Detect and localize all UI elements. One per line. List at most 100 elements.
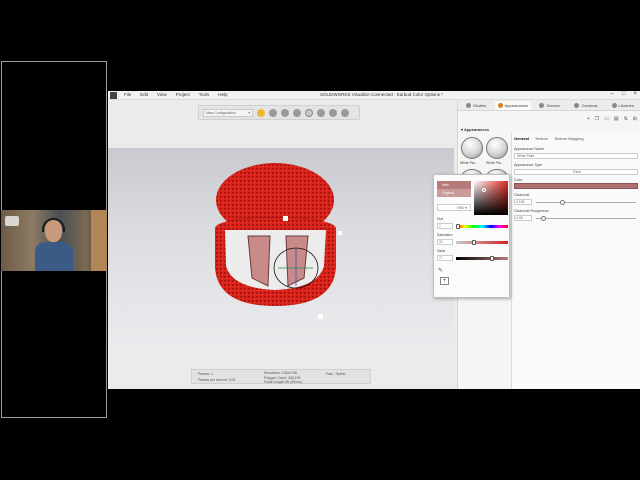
close-button[interactable]: × bbox=[633, 91, 637, 97]
earbud-case-render bbox=[215, 163, 342, 319]
status-fps: Passes per second: 0.00 bbox=[198, 378, 236, 382]
menu-file[interactable]: File bbox=[124, 92, 131, 97]
tab-scenes[interactable]: Scenes bbox=[531, 101, 568, 110]
saturation-slider[interactable] bbox=[456, 240, 508, 245]
color-label: Color bbox=[514, 178, 523, 182]
menu-view[interactable]: View bbox=[157, 92, 167, 97]
new-color-swatch: New bbox=[437, 181, 471, 189]
backplate-icon[interactable] bbox=[281, 108, 289, 117]
appearance-thumbnail[interactable] bbox=[486, 137, 508, 159]
menu-project[interactable]: Project bbox=[176, 92, 190, 97]
original-color-swatch[interactable]: Original bbox=[437, 189, 471, 197]
tab-label: Scenes bbox=[546, 103, 560, 108]
add-swatch-button[interactable]: + bbox=[440, 277, 449, 285]
slider-knob[interactable] bbox=[540, 216, 546, 221]
saturation-input[interactable]: 33 bbox=[437, 239, 453, 245]
sort-icon[interactable]: ⇅ bbox=[624, 116, 628, 122]
status-render-mode: Fast - Hybrid bbox=[326, 372, 346, 376]
appearance-name-label: Appearance Name bbox=[514, 147, 544, 151]
slider-knob[interactable] bbox=[559, 200, 565, 205]
appearance-thumbnail[interactable] bbox=[461, 137, 483, 159]
roughness-slider[interactable] bbox=[536, 216, 636, 221]
presenter-body bbox=[35, 242, 73, 271]
tab-cameras[interactable]: Cameras bbox=[568, 101, 605, 110]
chevron-down-icon: ▾ bbox=[248, 110, 250, 115]
status-polygons: Polygon Count: 348,199 bbox=[264, 375, 301, 380]
configuration-select[interactable]: New Configuration ▾ bbox=[203, 108, 253, 117]
add-icon[interactable]: + bbox=[587, 116, 590, 122]
hue-input[interactable]: 2 bbox=[437, 223, 453, 229]
palette-tabs: Models Appearances Scenes Cameras Librar… bbox=[458, 101, 640, 111]
color-cursor[interactable] bbox=[482, 188, 486, 192]
view-icon[interactable]: ⊞ bbox=[633, 116, 637, 122]
clearcoat-slider[interactable] bbox=[536, 200, 636, 205]
camera-icon[interactable] bbox=[293, 108, 301, 117]
door bbox=[91, 210, 107, 271]
appearance-type-select[interactable]: Paint bbox=[514, 169, 638, 175]
clearcoat-input[interactable]: 0.150 bbox=[514, 199, 532, 205]
saturation-label: Saturation bbox=[437, 233, 453, 237]
undo-icon[interactable] bbox=[317, 108, 325, 117]
settings-icon[interactable] bbox=[341, 108, 349, 117]
app-logo bbox=[110, 92, 117, 99]
light-handle[interactable] bbox=[338, 231, 342, 235]
property-tabs: General Texture Texture Mapping bbox=[514, 136, 584, 141]
render-mode-icon[interactable] bbox=[305, 108, 313, 117]
menu-edit[interactable]: Edit bbox=[140, 92, 148, 97]
webcam-video bbox=[1, 210, 107, 271]
eyedropper-icon[interactable]: ✎ bbox=[438, 267, 443, 274]
status-resolution: Resolution: 1363x768 bbox=[264, 371, 297, 375]
thumbnail-label: White Pla... bbox=[460, 161, 478, 165]
roughness-input[interactable]: 0.05 bbox=[514, 215, 532, 221]
tab-texture[interactable]: Texture bbox=[535, 136, 548, 141]
light-handle[interactable] bbox=[318, 314, 323, 319]
maximize-button[interactable]: □ bbox=[622, 91, 626, 97]
lamp bbox=[5, 216, 19, 226]
scenes-icon bbox=[539, 103, 545, 108]
tab-appearances[interactable]: Appearances bbox=[494, 101, 532, 110]
minimize-button[interactable]: – bbox=[611, 91, 614, 97]
libraries-icon bbox=[611, 103, 617, 108]
appearance-properties: General Texture Texture Mapping Appearan… bbox=[511, 133, 640, 389]
menu-tools[interactable]: Tools bbox=[199, 92, 210, 97]
tab-texture-mapping[interactable]: Texture Mapping bbox=[554, 136, 584, 141]
value-input[interactable]: 71 bbox=[437, 255, 453, 261]
appearance-name-input[interactable]: White Paint bbox=[514, 153, 638, 159]
viewport-toolbar: New Configuration ▾ bbox=[198, 105, 360, 120]
environment-icon[interactable] bbox=[269, 108, 277, 117]
tab-label: Cameras bbox=[581, 103, 598, 108]
status-focal: Focal Length: 85 (50mm) bbox=[264, 380, 302, 384]
copy-icon[interactable]: ❐ bbox=[595, 116, 599, 122]
tab-models[interactable]: Models bbox=[458, 101, 495, 110]
tab-libraries[interactable]: Libraries bbox=[604, 101, 640, 110]
slider-knob[interactable] bbox=[490, 256, 495, 261]
sun-icon[interactable] bbox=[257, 108, 265, 117]
tab-label: Appearances bbox=[504, 103, 529, 108]
clearcoat-label: Clearcoat bbox=[514, 193, 530, 197]
color-picker-popup: New Original HSV ▾ Hue 2 Saturation 33 V… bbox=[433, 174, 510, 298]
value-slider[interactable] bbox=[456, 256, 508, 261]
tab-general[interactable]: General bbox=[514, 136, 529, 141]
menu-help[interactable]: Help bbox=[218, 92, 227, 97]
slider-knob[interactable] bbox=[456, 224, 461, 229]
appearances-section-title[interactable]: ▾ Appearances bbox=[461, 127, 489, 132]
configuration-label: New Configuration bbox=[206, 110, 236, 115]
status-passes: Passes: 1 bbox=[198, 372, 213, 376]
visualize-window: File Edit View Project Tools Help SOLIDW… bbox=[108, 91, 640, 389]
color-mode-select[interactable]: HSV ▾ bbox=[437, 204, 471, 211]
screenshot-icon[interactable] bbox=[329, 108, 337, 117]
3d-viewport[interactable] bbox=[108, 148, 454, 344]
color-swatch[interactable] bbox=[514, 183, 638, 189]
new-color-label: New bbox=[442, 183, 449, 187]
light-handle[interactable] bbox=[283, 216, 288, 221]
delete-icon[interactable]: ▤ bbox=[614, 116, 619, 122]
headset-icon bbox=[42, 218, 65, 232]
status-bar: Passes: 1 Passes per second: 0.00 Resolu… bbox=[191, 369, 371, 384]
saturation-value-square[interactable] bbox=[474, 181, 508, 215]
folder-icon[interactable]: ▭ bbox=[604, 116, 609, 122]
roughness-label: Clearcoat Roughness bbox=[514, 209, 549, 213]
tab-label: Libraries bbox=[618, 103, 634, 108]
value-label: Value bbox=[437, 249, 446, 253]
slider-knob[interactable] bbox=[471, 240, 476, 245]
hue-slider[interactable] bbox=[456, 224, 508, 229]
